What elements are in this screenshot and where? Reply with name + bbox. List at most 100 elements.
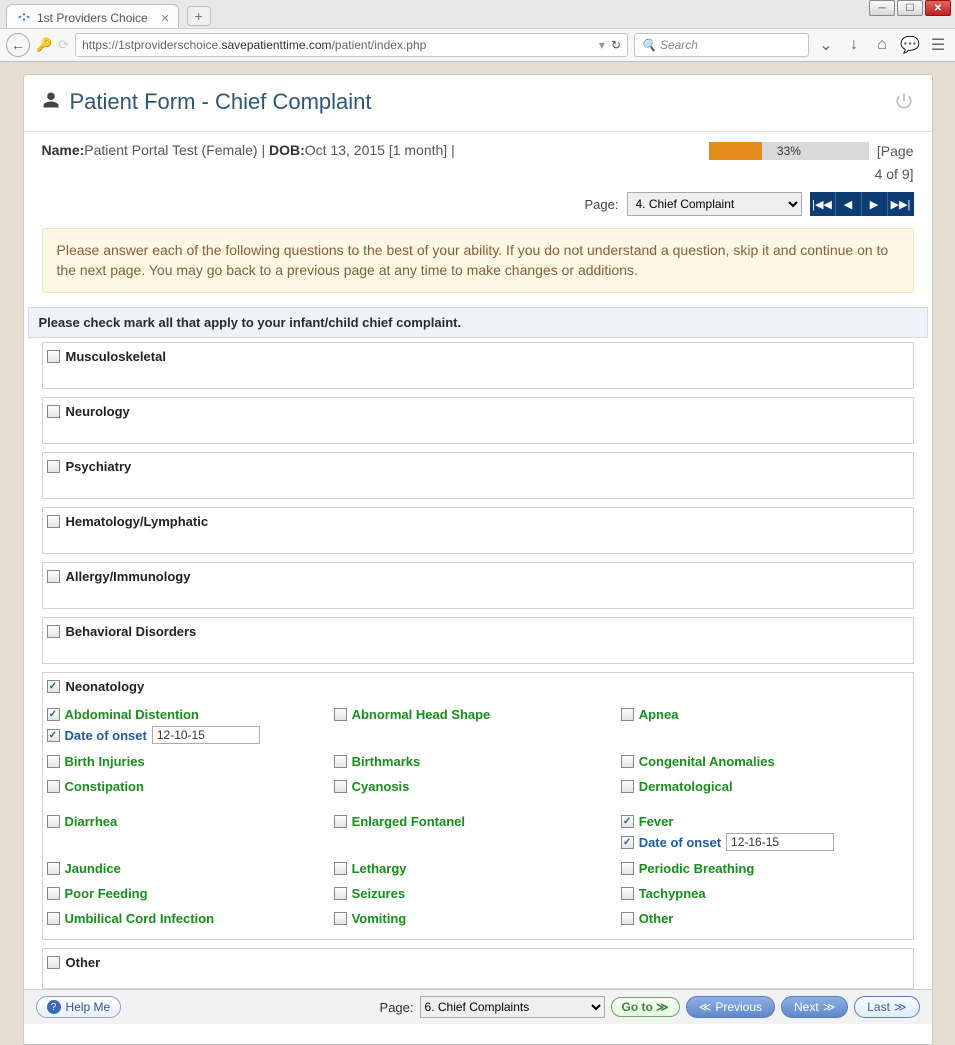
page-title: Patient Form - Chief Complaint — [42, 89, 372, 115]
nav-bar: ← 🔑 ⟳ https://1stproviderschoice.savepat… — [0, 28, 955, 62]
back-button[interactable]: ← — [6, 33, 30, 57]
checkbox-birthmarks[interactable] — [334, 755, 347, 768]
patient-info-bar: Name:Patient Portal Test (Female) | DOB:… — [24, 132, 932, 182]
help-label: Help Me — [66, 1000, 111, 1014]
tab-close-icon[interactable]: ✕ — [161, 12, 170, 25]
download-icon[interactable]: ↓ — [843, 36, 865, 54]
checkbox-neonatology[interactable]: ✓ — [47, 680, 60, 693]
section-psychiatry: Psychiatry — [42, 452, 914, 499]
checkbox-vomiting[interactable] — [334, 912, 347, 925]
page-indicator-2: 4 of 9] — [709, 166, 914, 182]
progress-bar: 33% — [709, 142, 869, 160]
item-label: Apnea — [639, 707, 679, 722]
prev-page-button[interactable]: ◀ — [836, 192, 862, 216]
checkbox-constipation[interactable] — [47, 780, 60, 793]
window-maximize-button[interactable]: ☐ — [897, 0, 923, 16]
section-allergy: Allergy/Immunology — [42, 562, 914, 609]
checkbox-psychiatry[interactable] — [47, 460, 60, 473]
dropdown-icon[interactable]: ▾ — [599, 38, 605, 52]
page-select[interactable]: 4. Chief Complaint — [627, 192, 802, 216]
checkbox-periodic-breathing[interactable] — [621, 862, 634, 875]
item-label: Abnormal Head Shape — [352, 707, 491, 722]
pocket-icon[interactable]: ⌄ — [815, 35, 837, 55]
section-label: Other — [66, 955, 101, 970]
browser-chrome: 1st Providers Choice ✕ + ← 🔑 ⟳ https://1… — [0, 0, 955, 62]
checkbox-lethargy[interactable] — [334, 862, 347, 875]
item-label: Birth Injuries — [65, 754, 145, 769]
name-label: Name: — [42, 142, 85, 158]
footer-bar: ? Help Me Page: 6. Chief Complaints Go to… — [24, 989, 932, 1024]
checkbox-neonatology-other[interactable] — [621, 912, 634, 925]
checkbox-fever[interactable]: ✓ — [621, 815, 634, 828]
window-controls: ─ ☐ ✕ — [869, 0, 951, 16]
checkbox-jaundice[interactable] — [47, 862, 60, 875]
checkbox-date-onset-1[interactable]: ✓ — [47, 729, 60, 742]
url-path: /patient/index.php — [332, 38, 427, 52]
section-behavioral: Behavioral Disorders — [42, 617, 914, 664]
item-label: Lethargy — [352, 861, 407, 876]
help-icon: ? — [47, 1000, 61, 1014]
previous-button[interactable]: ≪ Previous — [686, 996, 775, 1018]
first-page-button[interactable]: |◀◀ — [810, 192, 836, 216]
search-bar[interactable]: 🔍 Search — [634, 33, 809, 57]
item-label: Constipation — [65, 779, 144, 794]
window-minimize-button[interactable]: ─ — [869, 0, 895, 16]
page-title-text: Patient Form - Chief Complaint — [70, 89, 372, 115]
section-label: Neonatology — [66, 679, 145, 694]
checkbox-allergy[interactable] — [47, 570, 60, 583]
checkbox-umbilical-cord-infection[interactable] — [47, 912, 60, 925]
checkbox-dermatological[interactable] — [621, 780, 634, 793]
checkbox-musculoskeletal[interactable] — [47, 350, 60, 363]
checkbox-diarrhea[interactable] — [47, 815, 60, 828]
url-text: https://1stproviderschoice.savepatientti… — [82, 38, 593, 52]
progress-percent: 33% — [709, 142, 869, 160]
chat-icon[interactable]: 💬 — [899, 35, 921, 55]
checkbox-poor-feeding[interactable] — [47, 887, 60, 900]
next-page-button[interactable]: ▶ — [862, 192, 888, 216]
checkbox-hematology[interactable] — [47, 515, 60, 528]
item-label: Periodic Breathing — [639, 861, 755, 876]
section-label: Allergy/Immunology — [66, 569, 191, 584]
dob-value: Oct 13, 2015 [1 month] — [305, 142, 447, 158]
checkbox-apnea[interactable] — [621, 708, 634, 721]
user-icon — [42, 89, 60, 115]
browser-tab[interactable]: 1st Providers Choice ✕ — [6, 4, 179, 28]
footer-page-select[interactable]: 6. Chief Complaints — [420, 996, 605, 1018]
checkbox-birth-injuries[interactable] — [47, 755, 60, 768]
item-label: Other — [639, 911, 674, 926]
checkbox-other[interactable] — [47, 956, 60, 969]
url-domain: savepatienttime.com — [222, 38, 332, 52]
date-onset-input-1[interactable] — [152, 726, 260, 744]
date-onset-input-2[interactable] — [726, 833, 834, 851]
reload-icon[interactable]: ↻ — [611, 38, 621, 52]
power-icon[interactable] — [894, 91, 914, 114]
last-page-button[interactable]: ▶▶| — [888, 192, 914, 216]
url-bar[interactable]: https://1stproviderschoice.savepatientti… — [75, 33, 628, 57]
item-label: Jaundice — [65, 861, 121, 876]
checkbox-abnormal-head-shape[interactable] — [334, 708, 347, 721]
window-close-button[interactable]: ✕ — [925, 0, 951, 16]
section-hematology: Hematology/Lymphatic — [42, 507, 914, 554]
checkbox-seizures[interactable] — [334, 887, 347, 900]
checkbox-neurology[interactable] — [47, 405, 60, 418]
help-button[interactable]: ? Help Me — [36, 996, 122, 1018]
item-label: Poor Feeding — [65, 886, 148, 901]
home-icon[interactable]: ⌂ — [871, 36, 893, 54]
checkbox-date-onset-2[interactable]: ✓ — [621, 836, 634, 849]
checkbox-enlarged-fontanel[interactable] — [334, 815, 347, 828]
checkbox-abdominal-distention[interactable]: ✓ — [47, 708, 60, 721]
item-label: Fever — [639, 814, 674, 829]
go-button[interactable]: Go to ≫ — [611, 997, 680, 1017]
checkbox-cyanosis[interactable] — [334, 780, 347, 793]
section-label: Behavioral Disorders — [66, 624, 197, 639]
url-prefix: https://1stproviderschoice. — [82, 38, 221, 52]
checkbox-behavioral[interactable] — [47, 625, 60, 638]
checkbox-congenital-anomalies[interactable] — [621, 755, 634, 768]
footer-page-label: Page: — [380, 1000, 414, 1015]
new-tab-button[interactable]: + — [187, 6, 211, 26]
menu-icon[interactable]: ☰ — [927, 35, 949, 55]
next-button[interactable]: Next ≫ — [781, 996, 848, 1018]
checkbox-tachypnea[interactable] — [621, 887, 634, 900]
section-list: Musculoskeletal Neurology Psychiatry Hem… — [24, 342, 932, 1003]
last-button[interactable]: Last ≫ — [854, 996, 919, 1018]
